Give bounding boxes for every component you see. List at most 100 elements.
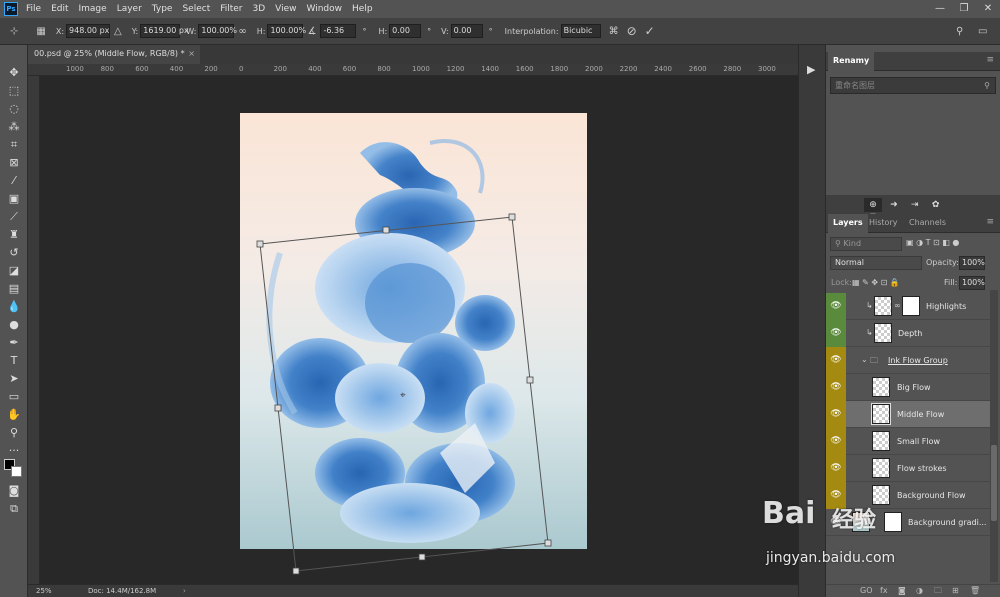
crop-tool-icon[interactable]: ⌗ — [4, 137, 24, 153]
h-skew-field[interactable]: 0.00 — [389, 24, 422, 38]
tab-layers[interactable]: Layers — [828, 214, 868, 233]
commit-transform-icon[interactable]: ✓ — [645, 24, 655, 38]
dodge-tool-icon[interactable]: ● — [4, 317, 24, 333]
healing-brush-icon[interactable]: ▣ — [4, 191, 24, 207]
transform-handle[interactable] — [544, 539, 552, 547]
menu-window[interactable]: Window — [307, 4, 343, 14]
background-color-swatch[interactable] — [11, 466, 22, 477]
menu-3d[interactable]: 3D — [253, 4, 266, 14]
transform-handle[interactable] — [292, 567, 300, 575]
reference-point-icon[interactable]: ▦ — [36, 26, 45, 37]
search-icon[interactable]: ⚲ — [984, 78, 990, 93]
magic-wand-icon[interactable]: ⁂ — [4, 119, 24, 135]
path-selection-icon[interactable]: ➤ — [4, 371, 24, 387]
lock-icons[interactable]: ▦ ✎ ✥ ⊡ 🔒 — [852, 278, 900, 287]
h-field[interactable]: 100.00% — [267, 24, 306, 38]
new-group-icon[interactable]: 🗀 — [934, 585, 942, 597]
minimize-button[interactable]: — — [928, 0, 952, 18]
new-layer-icon[interactable]: ⊞ — [952, 585, 959, 597]
move-tool-icon[interactable]: ✥ — [4, 65, 24, 81]
layer-row[interactable]: 👁 ↳ ∞ Highlights — [826, 293, 990, 320]
menu-layer[interactable]: Layer — [117, 4, 142, 14]
layer-row[interactable]: 👁 Flow strokes — [826, 455, 990, 482]
trash-icon[interactable]: 🗑 — [970, 585, 980, 597]
tab-renamy[interactable]: Renamy — [828, 52, 875, 71]
properties-icon[interactable]: ⊕ — [864, 198, 882, 212]
scrollbar-thumb[interactable] — [991, 445, 997, 521]
transform-handle[interactable] — [274, 404, 282, 412]
panel-menu-icon[interactable]: ≡ — [986, 217, 994, 227]
export-icon[interactable]: ⇥ — [906, 198, 924, 212]
link-icon[interactable]: ∞ — [238, 26, 246, 37]
eye-icon[interactable]: 👁 — [826, 428, 846, 455]
delta-icon[interactable]: △ — [114, 26, 122, 37]
blend-mode-select[interactable]: Normal — [830, 256, 922, 270]
shape-tool-icon[interactable]: ▭ — [4, 389, 24, 405]
x-field[interactable]: 948.00 px — [66, 24, 111, 38]
transform-handle[interactable] — [256, 240, 264, 248]
menu-filter[interactable]: Filter — [220, 4, 242, 14]
screen-mode-icon[interactable]: ⧉ — [4, 501, 24, 517]
stamp-tool-icon[interactable]: ♜ — [4, 227, 24, 243]
menu-image[interactable]: Image — [79, 4, 107, 14]
search-icon[interactable]: ⚲ — [956, 26, 963, 37]
eraser-tool-icon[interactable]: ◪ — [4, 263, 24, 279]
hand-tool-icon[interactable]: ✋ — [4, 407, 24, 423]
zoom-level[interactable]: 25% — [36, 585, 52, 597]
filter-icons[interactable]: ▣ ◑ T ⊡ ◧ ● — [906, 238, 959, 247]
actions-play-icon[interactable]: ▶ — [807, 63, 815, 76]
kind-filter-select[interactable]: ⚲ Kind — [830, 237, 902, 251]
close-window-button[interactable]: ✕ — [976, 0, 1000, 18]
layer-group-row[interactable]: 👁 ⌄ 🗀 Ink Flow Group — [826, 347, 990, 374]
gradient-tool-icon[interactable]: ▤ — [4, 281, 24, 297]
transform-handle[interactable] — [382, 226, 390, 234]
fx-button[interactable]: fx — [880, 585, 888, 597]
eye-icon[interactable]: 👁 — [826, 374, 846, 401]
arrow-icon[interactable]: ➜ — [885, 198, 903, 212]
restore-button[interactable]: ❐ — [952, 0, 976, 18]
cancel-transform-icon[interactable]: ⊘ — [627, 24, 637, 38]
w-field[interactable]: 100.00% — [198, 24, 237, 38]
eye-icon[interactable]: 👁 — [826, 455, 846, 482]
tab-history[interactable]: History — [864, 214, 902, 233]
menu-select[interactable]: Select — [182, 4, 210, 14]
link-layers-button[interactable]: GO — [860, 585, 873, 597]
chevron-down-icon[interactable]: ⌄ — [861, 355, 868, 364]
transform-handle[interactable] — [526, 376, 534, 384]
layer-row-selected[interactable]: 👁 Middle Flow — [826, 401, 990, 428]
type-tool-icon[interactable]: T — [4, 353, 24, 369]
v-skew-field[interactable]: 0.00 — [450, 24, 483, 38]
add-mask-icon[interactable]: ◙ — [898, 585, 906, 597]
interpolation-select[interactable]: Bicubic — [560, 24, 601, 38]
menu-help[interactable]: Help — [352, 4, 373, 14]
transform-handle[interactable] — [418, 553, 426, 561]
canvas-area[interactable]: ⌖ — [40, 76, 798, 584]
transform-tool-icon[interactable]: ⊹ — [10, 26, 18, 37]
transform-handle[interactable] — [508, 213, 516, 221]
opacity-field[interactable]: 100% — [959, 256, 985, 270]
marquee-tool-icon[interactable]: ⬚ — [4, 83, 24, 99]
menu-edit[interactable]: Edit — [51, 4, 68, 14]
blur-tool-icon[interactable]: 💧 — [4, 299, 24, 315]
menu-file[interactable]: File — [26, 4, 41, 14]
layers-scrollbar[interactable] — [990, 290, 998, 582]
transform-bounding-box[interactable]: ⌖ — [40, 76, 798, 584]
document-tab[interactable]: 00.psd @ 25% (Middle Flow, RGB/8) * × — [28, 45, 200, 64]
layer-row[interactable]: 👁 Small Flow — [826, 428, 990, 455]
frame-tool-icon[interactable]: ⊠ — [4, 155, 24, 171]
eye-icon[interactable]: 👁 — [826, 293, 846, 320]
warp-icon[interactable]: ⌘ — [609, 26, 619, 37]
eye-icon[interactable]: 👁 — [826, 320, 846, 347]
status-menu-arrow[interactable]: › — [183, 585, 186, 597]
angle-field[interactable]: -6.36 — [320, 24, 357, 38]
eye-icon[interactable]: 👁 — [826, 401, 846, 428]
layer-row[interactable]: 👁 Big Flow — [826, 374, 990, 401]
tab-channels[interactable]: Channels — [904, 214, 951, 233]
reference-point-icon[interactable]: ⌖ — [400, 390, 406, 401]
quick-mask-icon[interactable]: ◙ — [4, 483, 24, 499]
fill-field[interactable]: 100% — [959, 276, 985, 290]
layer-row[interactable]: 👁 ↳ Depth — [826, 320, 990, 347]
y-field[interactable]: 1619.00 px — [140, 24, 189, 38]
history-brush-icon[interactable]: ↺ — [4, 245, 24, 261]
brush-tool-icon[interactable]: ⟋ — [4, 209, 24, 225]
